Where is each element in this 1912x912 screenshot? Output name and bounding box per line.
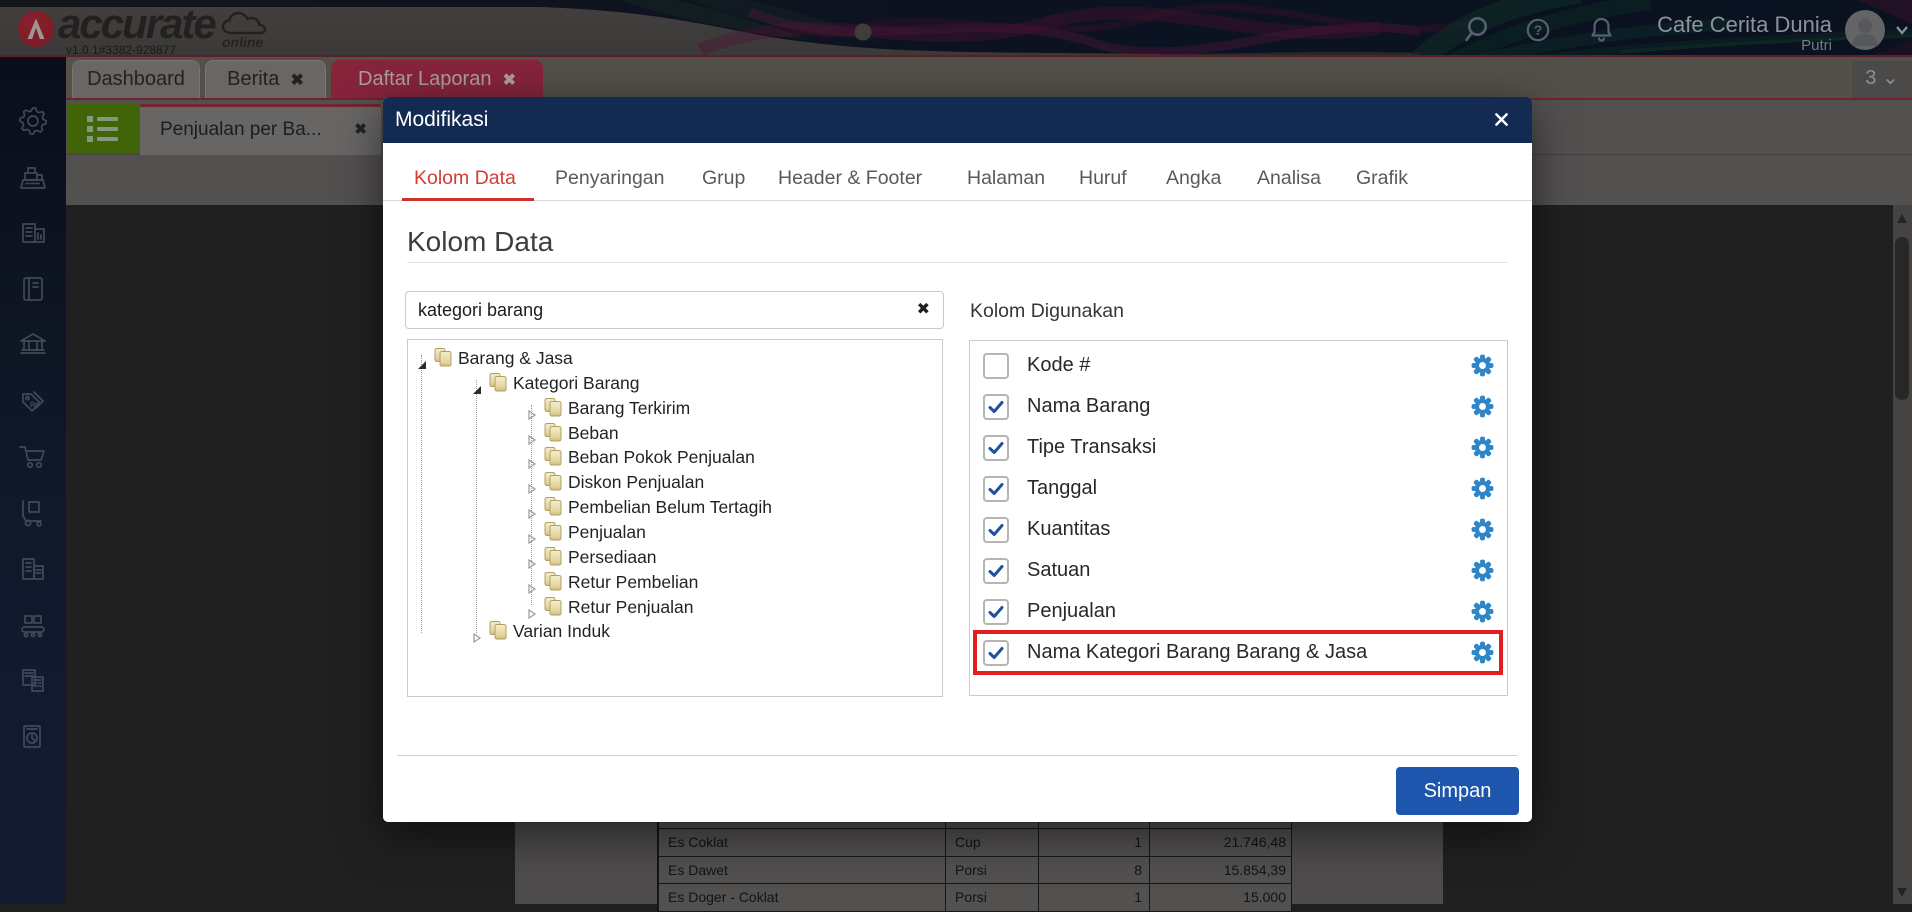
svg-text:?: ? bbox=[1534, 22, 1543, 38]
svg-text:Rp: Rp bbox=[30, 402, 39, 409]
